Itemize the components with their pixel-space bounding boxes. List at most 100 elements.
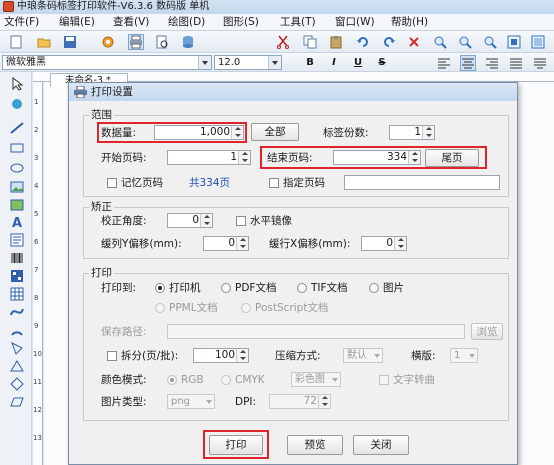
browse-button[interactable]: 浏览 (471, 323, 503, 340)
menu-window[interactable]: 窗口(W) (335, 14, 375, 31)
open-icon[interactable] (36, 34, 52, 50)
qrcode-tool-icon[interactable] (9, 268, 25, 284)
dpi-label: DPI: (235, 396, 257, 408)
rectangle-tool-icon[interactable] (9, 140, 25, 156)
zoom-out-icon[interactable] (457, 34, 473, 50)
bold-button[interactable]: B (302, 55, 318, 70)
zoom-in-icon[interactable] (432, 34, 448, 50)
angle-value: 0 (192, 214, 199, 226)
compress-select[interactable]: 默认 (343, 348, 383, 363)
label-copies-input[interactable]: 1 (389, 125, 435, 140)
color-cmyk-radio[interactable] (221, 375, 231, 385)
arc-tool-icon[interactable] (9, 322, 25, 338)
dialog-title-bar[interactable]: 打印设置 (69, 83, 517, 101)
italic-button[interactable]: I (326, 55, 342, 70)
parallelogram-tool-icon[interactable] (9, 394, 25, 410)
zoom-fit-icon[interactable] (482, 34, 498, 50)
align-left-icon[interactable] (436, 55, 452, 71)
menu-file[interactable]: 文件(F) (4, 14, 39, 31)
spinner-arrows-icon[interactable] (238, 151, 250, 164)
undo-icon[interactable] (355, 34, 371, 50)
spinner-arrows-icon[interactable] (318, 395, 330, 408)
zoom-actual-icon[interactable] (506, 34, 522, 50)
align-right-icon[interactable] (484, 55, 500, 71)
line-tool-icon[interactable] (9, 120, 25, 136)
redo-icon[interactable] (381, 34, 397, 50)
menu-help[interactable]: 帮助(H) (391, 14, 428, 31)
menu-shape[interactable]: 图形(S) (223, 14, 259, 31)
layout-label: 横版: (411, 350, 436, 362)
spinner-arrows-icon[interactable] (200, 214, 212, 227)
spinner-arrows-icon[interactable] (422, 126, 434, 139)
end-page-highlight (260, 146, 487, 169)
paste-icon[interactable] (328, 34, 344, 50)
spinner-arrows-icon[interactable] (236, 349, 248, 362)
layout-select[interactable]: 1 (450, 348, 478, 363)
color-rgb-radio[interactable] (167, 375, 177, 385)
save-path-input[interactable] (167, 324, 465, 339)
barcode-tool-icon[interactable] (9, 250, 25, 266)
cut-icon[interactable] (275, 34, 291, 50)
curve-tool-icon[interactable] (9, 304, 25, 320)
print-to-image-radio[interactable] (369, 283, 379, 293)
offset-y-input[interactable]: 0 (203, 236, 249, 251)
menu-edit[interactable]: 编辑(E) (59, 14, 95, 31)
all-button[interactable]: 全部 (251, 123, 299, 141)
split-checkbox[interactable] (107, 351, 117, 361)
delete-icon[interactable] (406, 34, 422, 50)
zoom-page-icon[interactable] (530, 34, 546, 50)
image-type-select[interactable]: png (167, 394, 215, 409)
strikethrough-button[interactable]: S (374, 55, 390, 70)
spinner-arrows-icon[interactable] (394, 237, 406, 250)
print-to-tif-radio[interactable] (297, 283, 307, 293)
angle-input[interactable]: 0 (167, 213, 213, 228)
color-select[interactable]: 彩色图 (291, 372, 341, 387)
new-icon[interactable] (8, 34, 24, 50)
specify-page-checkbox[interactable] (269, 178, 279, 188)
picture-tool-icon[interactable] (9, 197, 25, 213)
compress-label: 压缩方式: (275, 350, 321, 362)
text-convert-checkbox[interactable] (379, 375, 389, 385)
preview-button[interactable]: 预览 (287, 435, 343, 455)
print-to-ppml-radio[interactable] (155, 303, 165, 313)
remember-page-checkbox[interactable] (107, 178, 117, 188)
select-arrow-icon[interactable] (9, 76, 25, 92)
spinner-arrows-icon[interactable] (236, 237, 248, 250)
mirror-checkbox[interactable] (236, 216, 246, 226)
settings-icon[interactable] (100, 34, 116, 50)
table-tool-icon[interactable] (9, 286, 25, 302)
print-to-pdf-radio[interactable] (221, 283, 231, 293)
polygon-tool-icon[interactable] (9, 340, 25, 356)
menu-draw[interactable]: 绘图(D) (168, 14, 205, 31)
ellipse-tool-icon[interactable] (9, 160, 25, 176)
hand-pan-icon[interactable] (9, 96, 25, 112)
close-button[interactable]: 关闭 (353, 435, 409, 455)
copy-icon[interactable] (302, 34, 318, 50)
dpi-input[interactable]: 72 (269, 394, 331, 409)
align-distribute-icon[interactable] (532, 55, 548, 71)
font-name-select[interactable]: 微软雅黑 (2, 55, 212, 70)
start-page-input[interactable]: 1 (167, 150, 251, 165)
offset-x-input[interactable]: 0 (361, 236, 407, 251)
align-justify-icon[interactable] (508, 55, 524, 71)
menu-view[interactable]: 查看(V) (113, 14, 149, 31)
print-preview-icon[interactable] (154, 34, 170, 50)
rich-text-tool-icon[interactable] (9, 232, 25, 248)
menu-tools[interactable]: 工具(T) (280, 14, 316, 31)
diamond-tool-icon[interactable] (9, 376, 25, 392)
align-center-icon[interactable] (460, 55, 476, 71)
split-input[interactable]: 100 (193, 348, 249, 363)
print-icon[interactable] (128, 34, 144, 50)
text-tool-icon[interactable]: A (9, 214, 25, 230)
print-to-postscript-radio[interactable] (241, 303, 251, 313)
image-tool-icon[interactable] (9, 179, 25, 195)
offset-x-value: 0 (386, 237, 393, 249)
underline-button[interactable]: U (350, 55, 366, 70)
triangle-tool-icon[interactable] (9, 358, 25, 374)
specify-page-input[interactable] (344, 175, 500, 190)
font-size-select[interactable]: 12.0 (214, 55, 282, 70)
save-icon[interactable] (62, 34, 78, 50)
print-to-printer-radio[interactable] (155, 283, 165, 293)
correction-group-title: 矫正 (89, 201, 114, 213)
database-icon[interactable] (180, 34, 196, 50)
